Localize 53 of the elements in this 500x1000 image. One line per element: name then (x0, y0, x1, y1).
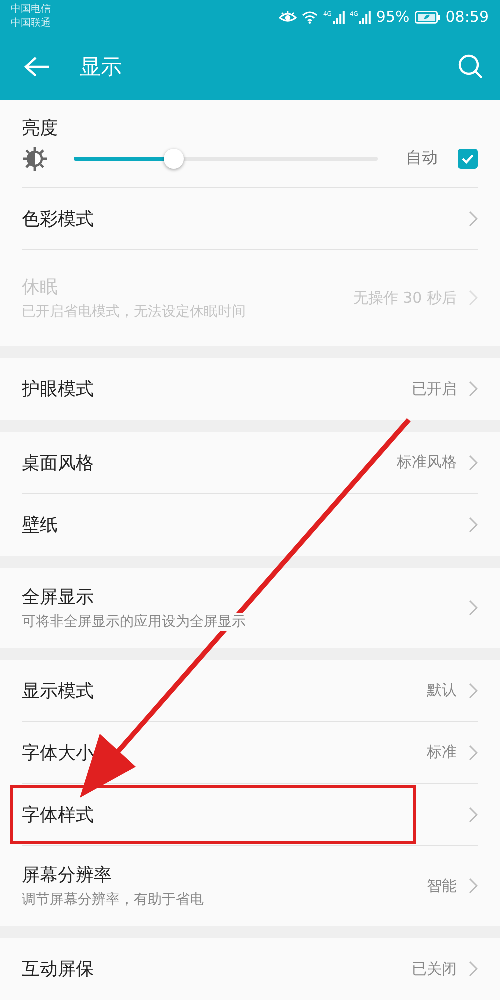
setting-value: 已开启 (412, 380, 457, 398)
battery-percent: 95% (376, 8, 410, 26)
chevron-icon (469, 600, 478, 616)
chevron-icon (469, 454, 478, 470)
chevron-icon (469, 682, 478, 698)
chevron-icon (469, 381, 478, 397)
setting-title: 壁纸 (22, 514, 59, 537)
setting-description: 调节屏幕分辨率，有助于省电 (22, 891, 204, 909)
chevron-icon (469, 290, 478, 306)
setting-value: 标准风格 (397, 453, 457, 472)
setting-title: 字体样式 (22, 804, 95, 826)
setting-title: 全屏显示 (22, 586, 95, 609)
carrier-name: 中国电信 (11, 3, 51, 17)
settings-row[interactable]: 壁纸 (22, 494, 478, 556)
setting-title: 互动屏保 (22, 958, 95, 981)
setting-title: 色彩模式 (22, 208, 95, 230)
setting-value: 默认 (427, 681, 457, 700)
battery-icon (414, 10, 441, 24)
auto-checkbox[interactable] (458, 148, 478, 168)
brightness-slider[interactable] (74, 148, 378, 170)
chevron-icon (469, 210, 478, 226)
eye-icon (279, 11, 298, 23)
settings-row[interactable]: 字体样式 (22, 784, 478, 846)
setting-title: 屏幕分辨率 (22, 864, 113, 887)
page-title: 显示 (80, 54, 123, 81)
settings-row[interactable]: 色彩模式 (22, 188, 478, 250)
chevron-icon (469, 806, 478, 822)
settings-row[interactable]: 屏幕分辨率 调节屏幕分辨率，有助于省电 智能 (22, 846, 478, 926)
back-button[interactable] (22, 54, 52, 80)
setting-value: 已关闭 (412, 960, 457, 978)
setting-title: 桌面风格 (22, 452, 95, 474)
settings-row[interactable]: 桌面风格 标准风格 (22, 432, 478, 494)
brightness-icon (22, 146, 48, 172)
slider-thumb[interactable] (164, 148, 184, 168)
chevron-icon (469, 517, 478, 533)
setting-value: 智能 (427, 876, 457, 896)
auto-label: 自动 (406, 148, 438, 169)
chevron-icon (469, 961, 478, 977)
setting-description: 可将非全屏显示的应用设为全屏显示 (22, 613, 246, 631)
setting-title: 显示模式 (22, 680, 95, 702)
chevron-icon (469, 744, 478, 760)
signal-icon (359, 10, 372, 24)
checkmark-icon (461, 152, 475, 164)
wifi-icon (302, 10, 318, 24)
chevron-icon (469, 878, 478, 894)
clock-time: 08:59 (446, 8, 489, 26)
setting-title: 字体大小 (22, 742, 95, 764)
signal-icon (332, 10, 345, 24)
setting-title: 亮度 (22, 116, 59, 140)
carrier-name: 中国联通 (11, 17, 51, 31)
setting-title: 护眼模式 (22, 378, 95, 401)
settings-row[interactable]: 显示模式 默认 (22, 660, 478, 722)
setting-value: 标准 (427, 743, 457, 762)
